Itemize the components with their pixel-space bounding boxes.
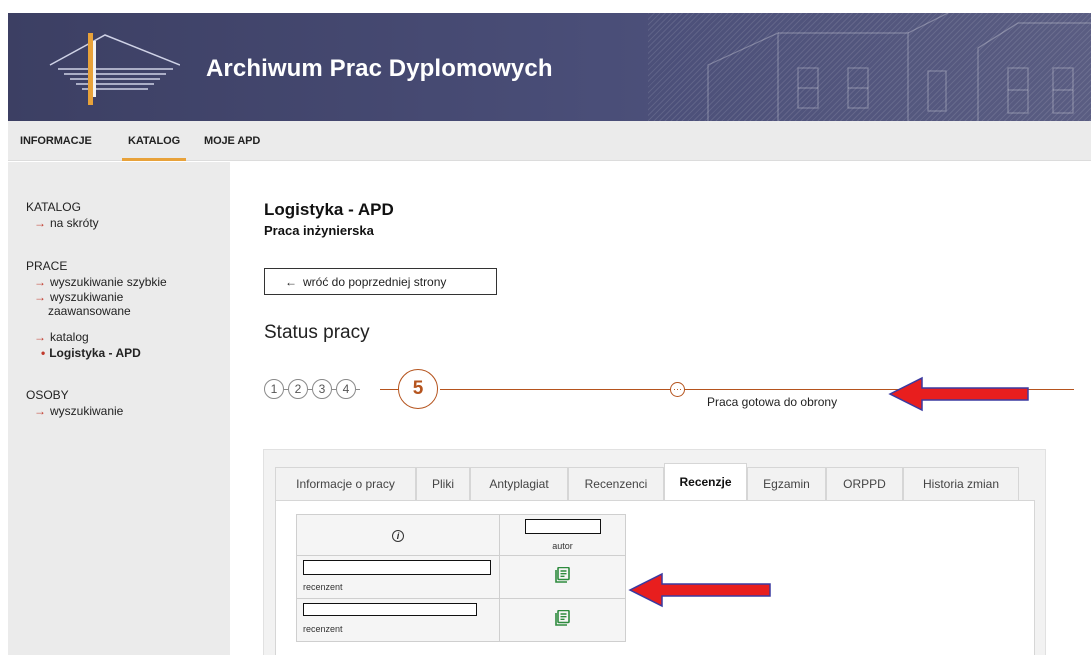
- reviewer-cell: recenzent: [296, 598, 500, 642]
- tab-recenzje[interactable]: Recenzje: [664, 463, 747, 500]
- sidebar-link-label: wyszukiwanie: [50, 290, 124, 304]
- author-cell: autor: [499, 514, 626, 556]
- step-3: 3: [312, 379, 332, 399]
- arrow-right-icon: →: [34, 404, 46, 418]
- status-heading: Status pracy: [264, 322, 370, 343]
- table-row: recenzent: [296, 598, 626, 642]
- sidebar-link-label: katalog: [50, 330, 89, 344]
- apd-logo: [49, 33, 180, 105]
- tab-egzamin[interactable]: Egzamin: [747, 467, 826, 500]
- sidebar-link-label: na skróty: [50, 216, 99, 230]
- table-row: recenzent: [296, 555, 626, 599]
- step-connector: [356, 389, 360, 390]
- arrow-right-icon: →: [34, 216, 46, 230]
- tab-recenzenci[interactable]: Recenzenci: [568, 467, 664, 500]
- reviews-table: i autor recenzent recenzent: [296, 514, 626, 642]
- building-illustration: [707, 13, 1091, 121]
- red-arrow-annotation-reviews: [628, 572, 771, 608]
- sidebar-link-label: Logistyka - APD: [49, 346, 141, 360]
- back-button[interactable]: ← wróć do poprzedniej strony: [264, 268, 497, 295]
- sidebar-link-label: wyszukiwanie szybkie: [50, 275, 167, 289]
- sidebar-link-wyszukiwanie-szybkie[interactable]: → wyszukiwanie szybkie: [34, 275, 167, 289]
- page-title: Logistyka - APD: [264, 200, 394, 219]
- arrow-right-icon: →: [34, 290, 46, 304]
- document-icon[interactable]: [555, 609, 570, 626]
- step-2: 2: [288, 379, 308, 399]
- top-navigation: INFORMACJE KATALOG MOJE APD: [8, 121, 1091, 161]
- sidebar-link-label-cont: zaawansowane: [48, 304, 131, 318]
- nav-informacje[interactable]: INFORMACJE: [20, 135, 92, 147]
- table-header-cell: i: [296, 514, 500, 556]
- step-5-current: 5: [398, 369, 438, 409]
- review-document-cell: [499, 555, 626, 599]
- nav-moje-apd[interactable]: MOJE APD: [204, 135, 260, 147]
- reviewer-role: recenzent: [303, 624, 343, 634]
- status-label: Praca gotowa do obrony: [707, 395, 838, 409]
- tab-informacje-o-pracy[interactable]: Informacje o pracy: [275, 467, 416, 500]
- tab-pliki[interactable]: Pliki: [416, 467, 470, 500]
- app-title: Archiwum Prac Dyplomowych: [206, 55, 553, 82]
- back-button-label: wróć do poprzedniej strony: [303, 274, 447, 289]
- info-icon[interactable]: i: [392, 530, 404, 542]
- step-1: 1: [264, 379, 284, 399]
- arrow-right-icon: →: [34, 275, 46, 289]
- bullet-icon: •: [41, 346, 46, 360]
- table-header-row: i autor: [296, 514, 626, 556]
- header-banner: Archiwum Prac Dyplomowych: [8, 13, 1091, 121]
- more-dots-icon: ⋯: [670, 382, 685, 397]
- tab-antyplagiat[interactable]: Antyplagiat: [470, 467, 568, 500]
- sidebar-link-logistyka-apd[interactable]: • Logistyka - APD: [41, 346, 141, 360]
- sidebar-section-prace: PRACE: [26, 259, 68, 273]
- nav-katalog[interactable]: KATALOG: [121, 135, 187, 161]
- tab-orppd[interactable]: ORPPD: [826, 467, 903, 500]
- sidebar-link-katalog[interactable]: → katalog: [34, 330, 89, 344]
- author-role: autor: [552, 540, 573, 551]
- red-arrow-annotation-status: [888, 376, 1029, 412]
- sidebar-link-wyszukiwanie-osoby[interactable]: → wyszukiwanie: [34, 404, 123, 418]
- redacted-reviewer-name: [303, 603, 477, 616]
- step-connector-current: [380, 389, 400, 390]
- arrow-right-icon: →: [34, 330, 46, 344]
- arrow-left-icon: ←: [285, 274, 297, 289]
- redacted-reviewer-name: [303, 559, 491, 575]
- sidebar-link-label: wyszukiwanie: [50, 404, 124, 418]
- sidebar-section-katalog: KATALOG: [26, 200, 81, 214]
- redacted-author-name: [524, 518, 601, 534]
- sidebar-section-osoby: OSOBY: [26, 388, 69, 402]
- step-4: 4: [336, 379, 356, 399]
- sidebar: KATALOG → na skróty PRACE → wyszukiwanie s…: [8, 162, 230, 655]
- sidebar-link-na-skroty[interactable]: → na skróty: [34, 216, 99, 230]
- review-document-cell: [499, 598, 626, 642]
- tab-historia-zmian[interactable]: Historia zmian: [903, 467, 1019, 500]
- sidebar-link-wyszukiwanie-zaawansowane[interactable]: → wyszukiwanie zaawansowane: [34, 290, 131, 318]
- page-subtitle: Praca inżynierska: [264, 223, 374, 238]
- reviewer-role: recenzent: [303, 581, 343, 592]
- reviewer-cell: recenzent: [296, 555, 500, 599]
- document-icon[interactable]: [555, 566, 570, 583]
